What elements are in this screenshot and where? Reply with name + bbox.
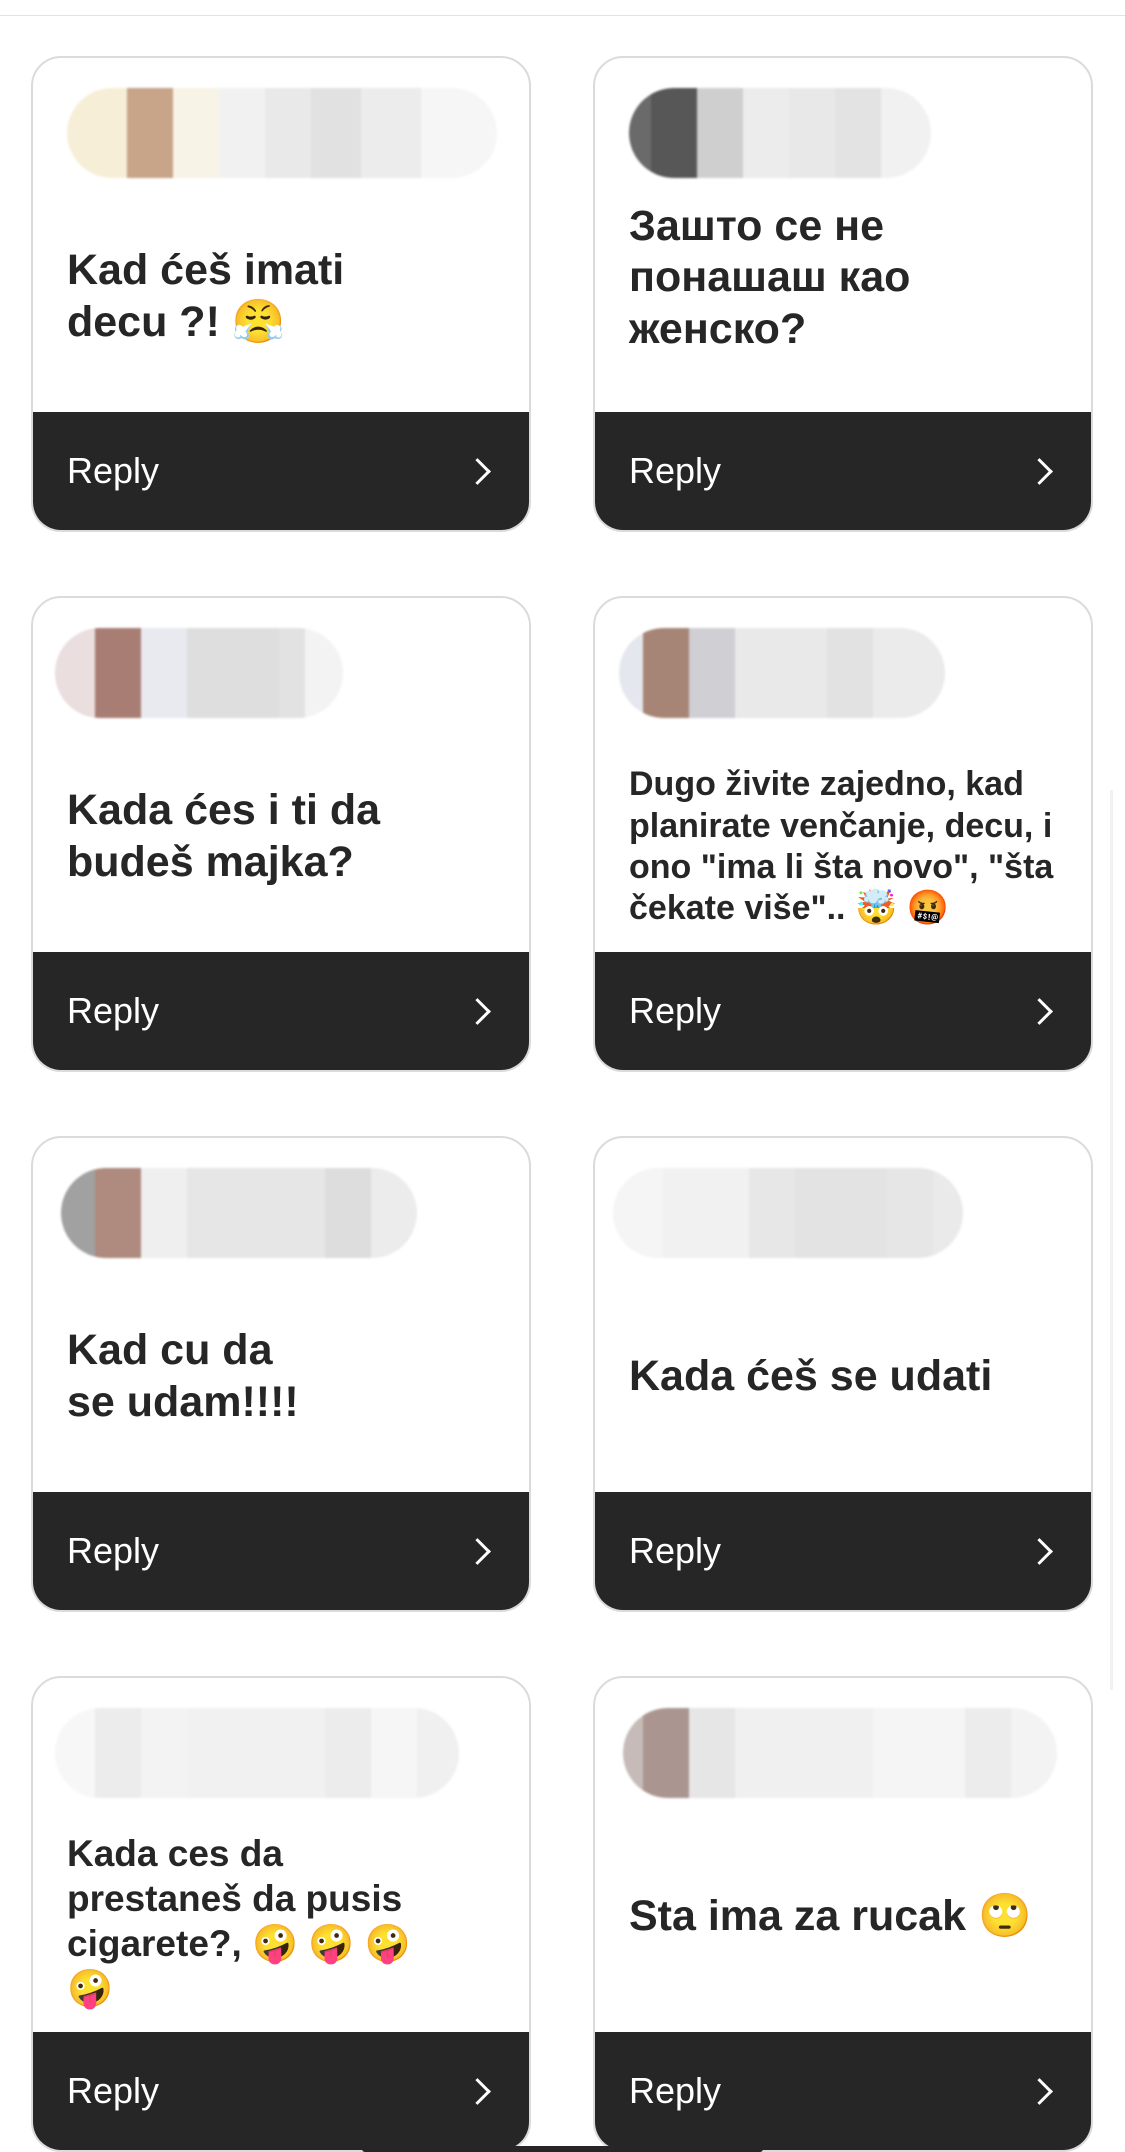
question-text: Зашто се не понашаш као женско? [629,201,911,353]
question-text: Kada ćes i ti da budeš majka? [67,786,381,886]
question-text: Kada ces da prestaneš da pusis cigarete?… [67,1832,411,2010]
question-card: Зашто се не понашаш као женско? Reply [593,56,1093,532]
blurred-sender-avatar [55,628,343,718]
chevron-right-icon [1026,1537,1053,1565]
reply-label: Reply [629,990,722,1031]
reply-button[interactable]: Reply [33,952,529,1070]
reply-label: Reply [67,1530,160,1571]
question-text: Kad ćeš imati decu ?! 😤 [67,246,345,346]
question-card: Kada ćes i ti da budeš majka? Reply [31,596,531,1072]
question-card: Kada ces da prestaneš da pusis cigarete?… [31,1676,531,2152]
chevron-right-icon [1026,997,1053,1025]
chevron-right-icon [464,457,491,485]
chevron-right-icon [1026,457,1053,485]
blurred-sender-avatar [55,1708,459,1798]
scrollbar[interactable] [1110,790,1113,1690]
top-divider [0,15,1125,16]
question-text: Kada ćeš se udati [629,1352,993,1401]
blurred-sender-avatar [61,1168,417,1258]
reply-label: Reply [629,2070,722,2111]
question-text: Sta ima za rucak 🙄 [629,1892,1032,1941]
home-indicator [362,2146,763,2152]
reply-label: Reply [67,990,160,1031]
question-card: Kad cu da se udam!!!! Reply [31,1136,531,1612]
reply-label: Reply [67,2070,160,2111]
reply-button[interactable]: Reply [33,1492,529,1610]
chevron-right-icon [464,2077,491,2105]
chevron-right-icon [464,1537,491,1565]
reply-button[interactable]: Reply [595,1492,1091,1610]
chevron-right-icon [464,997,491,1025]
question-text: Dugo živite zajedno, kad planirate venča… [629,765,1054,928]
question-card: Dugo živite zajedno, kad planirate venča… [593,596,1093,1072]
question-card: Sta ima za rucak 🙄 Reply [593,1676,1093,2152]
reply-button[interactable]: Reply [33,2032,529,2150]
reply-button[interactable]: Reply [33,412,529,530]
blurred-sender-avatar [623,1708,1057,1798]
blurred-sender-avatar [613,1168,963,1258]
reply-label: Reply [67,450,160,491]
reply-button[interactable]: Reply [595,2032,1091,2150]
question-card: Kad ćeš imati decu ?! 😤 Reply [31,56,531,532]
chevron-right-icon [1026,2077,1053,2105]
blurred-sender-avatar [619,628,945,718]
reply-label: Reply [629,450,722,491]
reply-label: Reply [629,1530,722,1571]
reply-button[interactable]: Reply [595,412,1091,530]
blurred-sender-avatar [67,88,497,178]
reply-button[interactable]: Reply [595,952,1091,1070]
question-text: Kad cu da se udam!!!! [67,1326,299,1426]
question-card: Kada ćeš se udati Reply [593,1136,1093,1612]
